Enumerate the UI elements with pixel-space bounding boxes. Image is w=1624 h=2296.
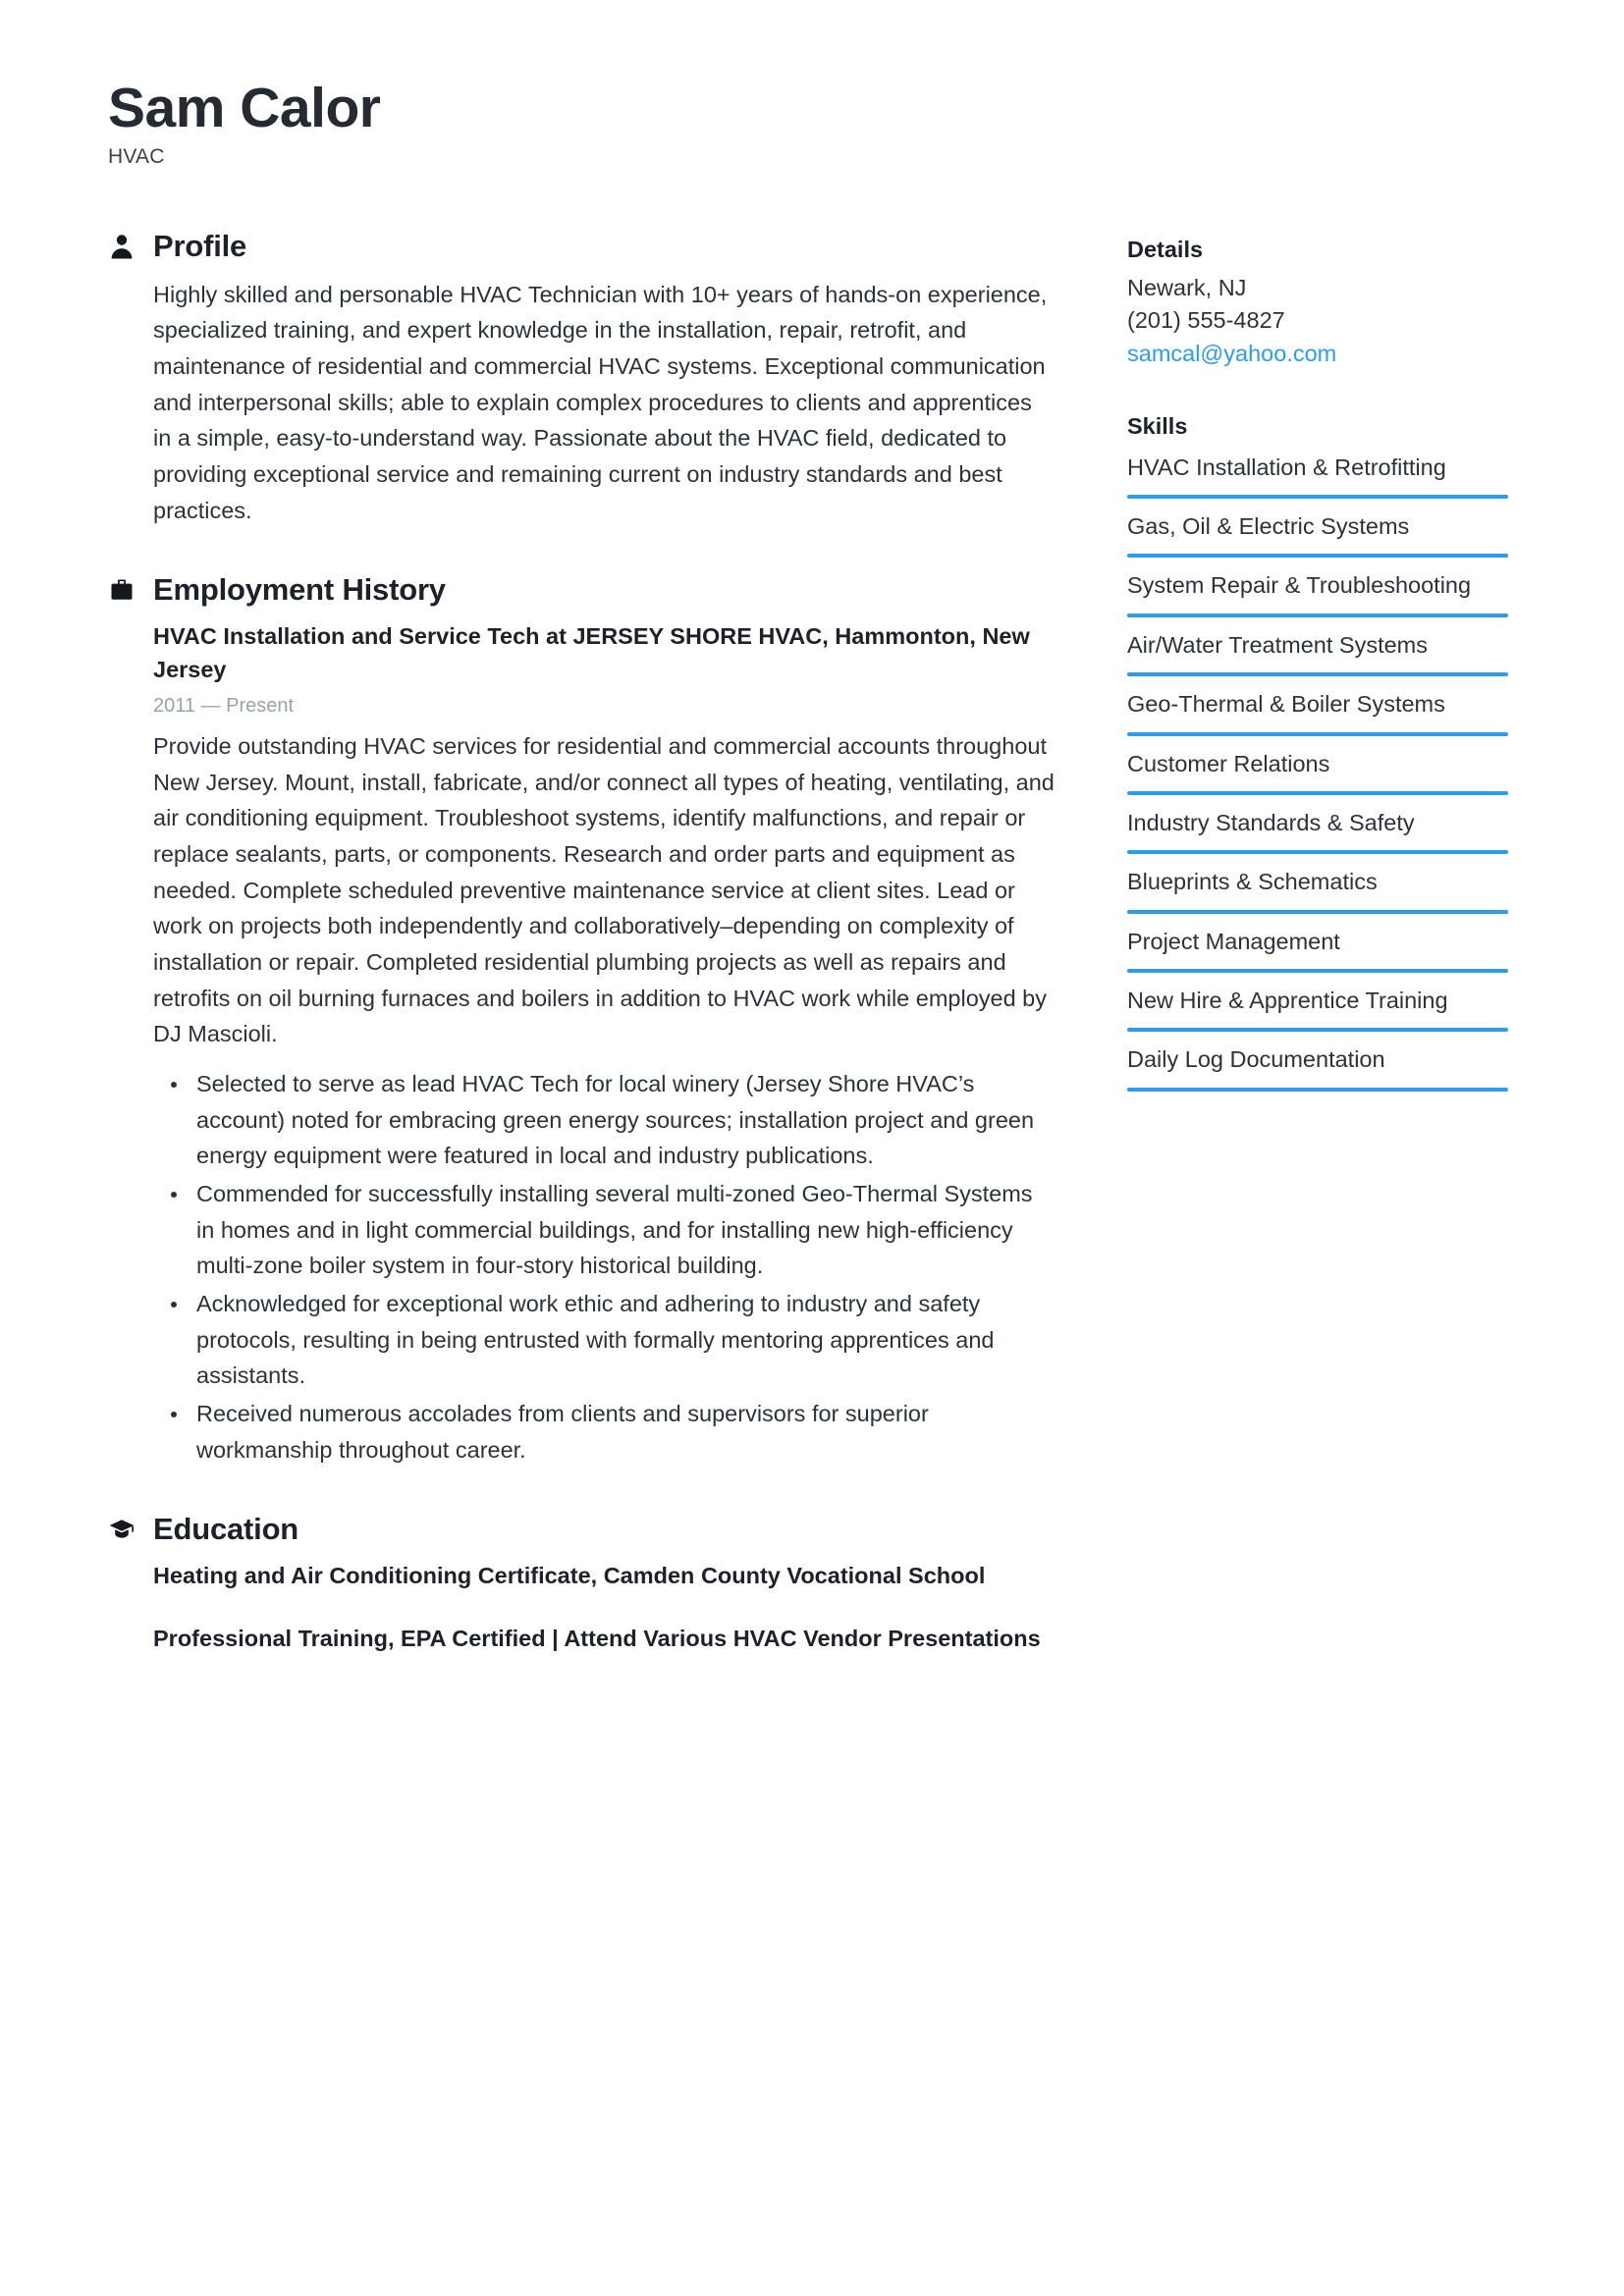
skill-label: System Repair & Troubleshooting: [1127, 572, 1472, 599]
person-icon: [108, 232, 135, 261]
employment-heading-row: Employment History: [108, 573, 1056, 607]
profile-body: Highly skilled and personable HVAC Techn…: [108, 277, 1056, 529]
list-item: Selected to serve as lead HVAC Tech for …: [171, 1066, 1056, 1174]
profile-heading-row: Profile: [108, 228, 1056, 263]
job-date-range: 2011 — Present: [153, 695, 295, 718]
education-title: Professional Training, EPA Certified | A…: [153, 1625, 1041, 1651]
skill-label: Industry Standards & Safety: [1127, 809, 1415, 835]
skill-label: New Hire & Apprentice Training: [1127, 987, 1448, 1013]
job-title: HVAC Installation and Service Tech at JE…: [153, 623, 1030, 682]
section-title-profile: Profile: [153, 228, 247, 263]
resume-body: Profile Highly skilled and personable HV…: [108, 228, 1516, 1655]
skill-level-bar: [1127, 790, 1508, 795]
skill-level-bar: [1127, 672, 1508, 677]
skill-label: Gas, Oil & Electric Systems: [1127, 513, 1410, 540]
list-item: Commended for successfully installing se…: [171, 1176, 1056, 1284]
main-column: Profile Highly skilled and personable HV…: [108, 228, 1056, 1655]
skill-item: Gas, Oil & Electric Systems: [1127, 508, 1516, 567]
skill-label: Air/Water Treatment Systems: [1127, 631, 1429, 658]
skill-level-bar: [1127, 1087, 1508, 1092]
education-entry: Heating and Air Conditioning Certificate…: [153, 1560, 1056, 1592]
education-body: Heating and Air Conditioning Certificate…: [108, 1560, 1056, 1655]
section-title-education: Education: [153, 1512, 299, 1547]
skill-level-bar: [1127, 495, 1508, 500]
skill-level-bar: [1127, 968, 1508, 973]
graduation-cap-icon: [108, 1515, 135, 1544]
education-entry: Professional Training, EPA Certified | A…: [153, 1623, 1056, 1655]
section-employment: Employment History HVAC Installation and…: [108, 573, 1056, 1468]
skill-level-bar: [1127, 909, 1508, 914]
sidebar-column: Details Newark, NJ (201) 555-4827 samcal…: [1056, 230, 1516, 1101]
skill-item: Air/Water Treatment Systems: [1127, 627, 1516, 686]
job-description: Provide outstanding HVAC services for re…: [153, 733, 1055, 1047]
skill-item: Geo-Thermal & Boiler Systems: [1127, 686, 1516, 745]
section-title-employment: Employment History: [153, 572, 446, 608]
employment-body: HVAC Installation and Service Tech at JE…: [108, 620, 1056, 1468]
skill-item: System Repair & Troubleshooting: [1127, 567, 1516, 626]
education-title: Heating and Air Conditioning Certificate…: [153, 1563, 986, 1589]
job-achievements-list: Selected to serve as lead HVAC Tech for …: [153, 1066, 1056, 1468]
briefcase-icon: [108, 575, 135, 605]
skill-item: Daily Log Documentation: [1127, 1041, 1516, 1100]
profile-text: Highly skilled and personable HVAC Techn…: [153, 281, 1048, 523]
sidebar-title-skills: Skills: [1127, 413, 1188, 440]
skill-item: HVAC Installation & Retrofitting: [1127, 450, 1516, 508]
skill-level-bar: [1127, 731, 1508, 736]
skill-label: Project Management: [1127, 928, 1340, 954]
education-heading-row: Education: [108, 1513, 1056, 1546]
skill-item: New Hire & Apprentice Training: [1127, 983, 1516, 1041]
list-item: Acknowledged for exceptional work ethic …: [171, 1286, 1056, 1394]
skill-label: Daily Log Documentation: [1127, 1046, 1385, 1073]
skill-label: Blueprints & Schematics: [1127, 869, 1378, 895]
detail-phone[interactable]: (201) 555-4827: [1127, 304, 1516, 337]
list-item: Received numerous accolades from clients…: [171, 1396, 1056, 1468]
skill-item: Industry Standards & Safety: [1127, 805, 1516, 864]
employment-entry: HVAC Installation and Service Tech at JE…: [153, 620, 1056, 1468]
detail-email[interactable]: samcal@yahoo.com: [1127, 338, 1516, 370]
skill-item: Customer Relations: [1127, 746, 1516, 805]
candidate-job-title: HVAC: [108, 144, 165, 168]
resume-header: Sam Calor HVAC: [108, 77, 1516, 169]
skill-level-bar: [1127, 613, 1508, 617]
skill-level-bar: [1127, 1028, 1508, 1033]
skill-item: Blueprints & Schematics: [1127, 864, 1516, 923]
resume-page: Sam Calor HVAC Profile Highly skilled an…: [0, 0, 1624, 2296]
skill-label: HVAC Installation & Retrofitting: [1127, 454, 1446, 480]
skill-label: Customer Relations: [1127, 750, 1330, 776]
section-profile: Profile Highly skilled and personable HV…: [108, 228, 1056, 529]
skill-item: Project Management: [1127, 924, 1516, 983]
detail-location: Newark, NJ: [1127, 275, 1247, 301]
skill-level-bar: [1127, 850, 1508, 855]
section-education: Education Heating and Air Conditioning C…: [108, 1513, 1056, 1655]
sidebar-skills: Skills HVAC Installation & Retrofitting …: [1127, 411, 1516, 1101]
sidebar-details: Details Newark, NJ (201) 555-4827 samcal…: [1127, 235, 1516, 371]
sidebar-title-details: Details: [1127, 236, 1204, 262]
skill-label: Geo-Thermal & Boiler Systems: [1127, 691, 1445, 718]
skill-level-bar: [1127, 554, 1508, 559]
candidate-name: Sam Calor: [108, 77, 381, 139]
